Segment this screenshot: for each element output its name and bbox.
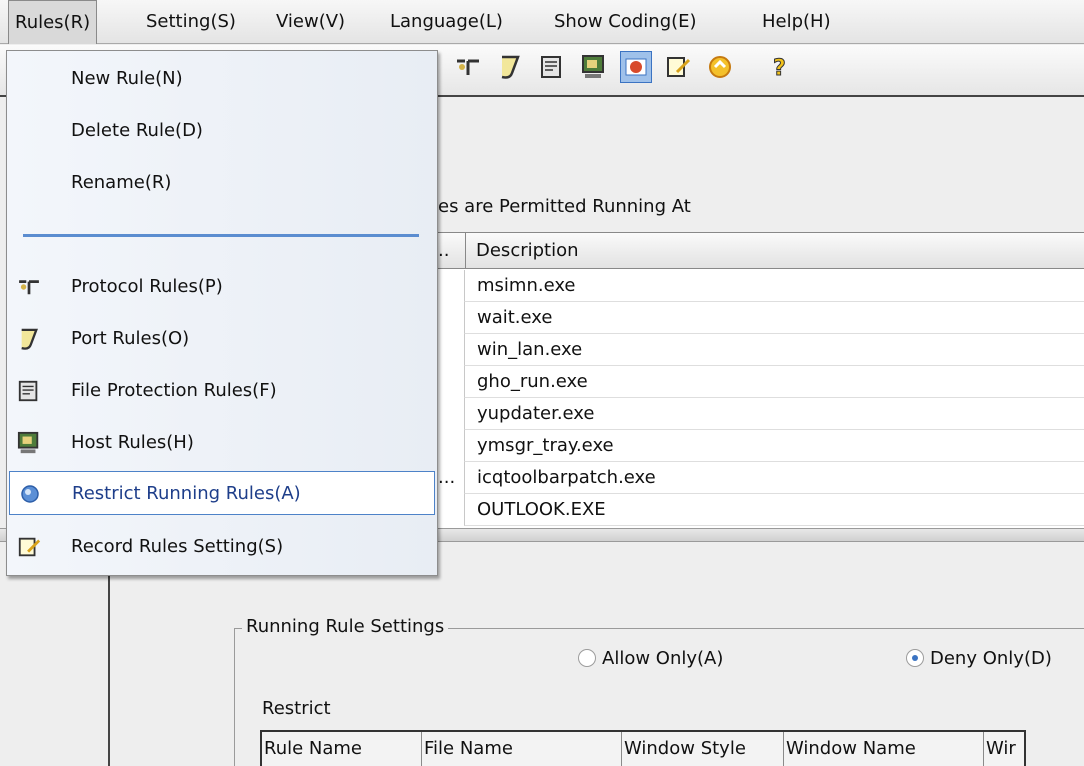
column-header-rule-name[interactable]: Rule Name xyxy=(262,732,422,766)
host-rules-icon xyxy=(15,429,43,457)
row-truncated-cell xyxy=(438,334,464,366)
row-description: win_lan.exe xyxy=(464,334,1084,366)
menu-item-protocol-rules[interactable]: Protocol Rules(P) xyxy=(7,265,437,309)
menu-language[interactable]: Language(L) xyxy=(384,0,509,44)
table-row[interactable]: OUTLOOK.EXE xyxy=(418,494,1084,526)
record-rules-icon xyxy=(15,533,43,561)
restrict-running-icon[interactable] xyxy=(620,51,652,83)
row-description: icqtoolbarpatch.exe xyxy=(464,462,1084,494)
row-truncated-cell: ... xyxy=(438,467,456,488)
table-row[interactable]: wait.exe xyxy=(418,302,1084,334)
column-header-window-style[interactable]: Window Style xyxy=(622,732,784,766)
row-truncated-cell xyxy=(438,302,464,334)
row-description: msimn.exe xyxy=(464,270,1084,302)
menu-item-label: Protocol Rules(P) xyxy=(71,276,223,297)
restrict-label: Restrict xyxy=(262,698,331,719)
process-table-header: .. Description xyxy=(418,233,1084,269)
deny-only-label: Deny Only(D) xyxy=(930,647,1052,669)
row-truncated-cell xyxy=(438,494,464,526)
row-description: ymsgr_tray.exe xyxy=(464,430,1084,462)
menu-item-label: Restrict Running Rules(A) xyxy=(72,483,301,504)
table-row[interactable]: win_lan.exe xyxy=(418,334,1084,366)
menu-help[interactable]: Help(H) xyxy=(756,0,837,44)
process-table: .. Description msimn.exe wait.exe win_la… xyxy=(418,232,1084,528)
radio-unchecked-icon xyxy=(578,649,596,667)
menu-item-label: Rename(R) xyxy=(71,172,172,193)
svg-text:?: ? xyxy=(773,56,786,81)
row-truncated-cell xyxy=(438,430,464,462)
table-row[interactable]: ymsgr_tray.exe xyxy=(418,430,1084,462)
table-row[interactable]: yupdater.exe xyxy=(418,398,1084,430)
protocol-rules-icon[interactable] xyxy=(452,51,484,83)
menu-item-label: Record Rules Setting(S) xyxy=(71,536,284,557)
port-rules-icon[interactable] xyxy=(494,51,526,83)
row-description: gho_run.exe xyxy=(464,366,1084,398)
allow-only-label: Allow Only(A) xyxy=(602,647,724,669)
menu-view[interactable]: View(V) xyxy=(270,0,351,44)
row-description: OUTLOOK.EXE xyxy=(464,494,1084,526)
restrict-rule-table: Rule Name File Name Window Style Window … xyxy=(260,730,1026,766)
table-row[interactable]: ... icqtoolbarpatch.exe xyxy=(418,462,1084,494)
menu-item-label: Host Rules(H) xyxy=(71,432,194,453)
menu-setting[interactable]: Setting(S) xyxy=(140,0,242,44)
row-truncated-cell xyxy=(438,270,464,302)
column-header-file-name[interactable]: File Name xyxy=(422,732,622,766)
menu-item-label: New Rule(N) xyxy=(71,68,183,89)
table-row[interactable]: msimn.exe xyxy=(418,270,1084,302)
allow-only-radio[interactable]: Allow Only(A) xyxy=(578,644,723,672)
column-header-description[interactable]: Description xyxy=(476,233,579,269)
file-protection-icon[interactable] xyxy=(536,51,568,83)
rules-dropdown-menu: New Rule(N) Delete Rule(D) Rename(R) Pro… xyxy=(6,50,438,576)
menu-item-rename[interactable]: Rename(R) xyxy=(7,161,437,205)
menu-item-label: Delete Rule(D) xyxy=(71,120,203,141)
row-truncated-cell xyxy=(438,366,464,398)
column-header-window-truncated[interactable]: Wir xyxy=(984,732,1024,766)
help-icon[interactable]: ? xyxy=(764,51,796,83)
menu-separator xyxy=(23,234,419,237)
row-truncated-cell xyxy=(438,398,464,430)
table-row[interactable]: gho_run.exe xyxy=(418,366,1084,398)
process-panel-title: es are Permitted Running At xyxy=(438,196,691,217)
column-header-window-name[interactable]: Window Name xyxy=(784,732,984,766)
host-rules-icon[interactable] xyxy=(578,51,610,83)
restrict-running-icon xyxy=(16,480,44,508)
menu-item-restrict-running-rules[interactable]: Restrict Running Rules(A) xyxy=(9,471,435,515)
menu-item-label: Port Rules(O) xyxy=(71,328,190,349)
menu-item-new-rule[interactable]: New Rule(N) xyxy=(7,57,437,101)
menubar: Rules(R) Setting(S) View(V) Language(L) … xyxy=(0,0,1084,44)
protocol-rules-icon xyxy=(15,273,43,301)
file-protection-icon xyxy=(15,377,43,405)
menu-item-label: File Protection Rules(F) xyxy=(71,380,277,401)
row-description: wait.exe xyxy=(464,302,1084,334)
radio-checked-icon xyxy=(906,649,924,667)
running-rule-settings-title: Running Rule Settings xyxy=(242,616,449,637)
menu-item-record-rules-setting[interactable]: Record Rules Setting(S) xyxy=(7,525,437,569)
record-rules-icon[interactable] xyxy=(662,51,694,83)
menu-item-host-rules[interactable]: Host Rules(H) xyxy=(7,421,437,465)
update-icon[interactable] xyxy=(704,51,736,83)
deny-only-radio[interactable]: Deny Only(D) xyxy=(906,644,1052,672)
row-description: yupdater.exe xyxy=(464,398,1084,430)
menu-item-port-rules[interactable]: Port Rules(O) xyxy=(7,317,437,361)
port-rules-icon xyxy=(15,325,43,353)
menu-item-file-protection-rules[interactable]: File Protection Rules(F) xyxy=(7,369,437,413)
column-header-truncated[interactable]: .. xyxy=(438,233,466,269)
menu-rules[interactable]: Rules(R) xyxy=(8,0,98,44)
menu-item-delete-rule[interactable]: Delete Rule(D) xyxy=(7,109,437,153)
menu-show-coding[interactable]: Show Coding(E) xyxy=(548,0,703,44)
